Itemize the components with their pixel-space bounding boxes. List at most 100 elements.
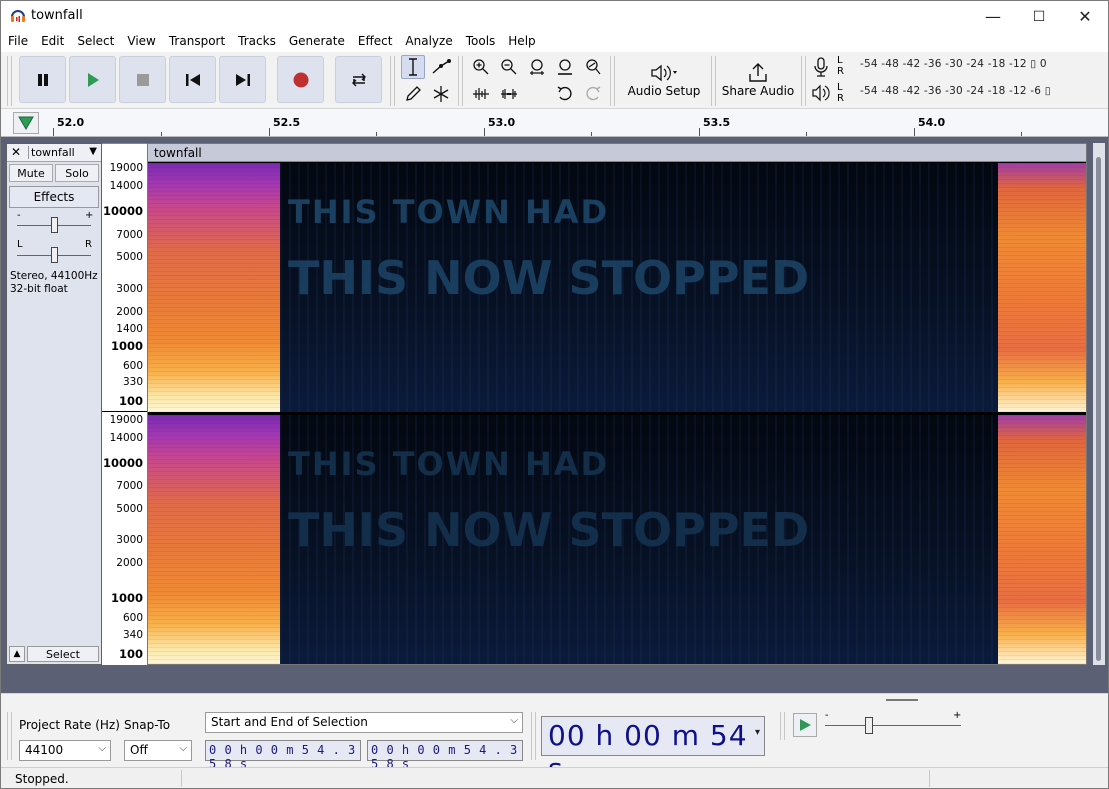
project-rate-select[interactable]: 44100 ⌵: [19, 740, 111, 761]
solo-button[interactable]: Solo: [55, 164, 99, 182]
menu-help[interactable]: Help: [501, 32, 541, 52]
timeline-mark: [591, 132, 592, 136]
audio-clip[interactable]: townfall THIS TOWN HAD THIS NOW STOPPED …: [147, 143, 1087, 665]
hidden-message-line1: THIS TOWN HAD: [288, 445, 610, 483]
record-button[interactable]: [277, 56, 324, 103]
spectrogram-energy-right: [998, 415, 1086, 664]
clip-title-bar[interactable]: townfall: [148, 144, 1086, 162]
menu-select[interactable]: Select: [70, 32, 120, 52]
menu-view[interactable]: View: [120, 32, 161, 52]
track-control-panel: ✕ townfall ▼ Mute Solo Effects - + L R S…: [6, 143, 102, 665]
fit-selection-button[interactable]: [525, 55, 549, 79]
pan-slider-thumb[interactable]: [51, 247, 58, 263]
spectrogram-right-channel[interactable]: THIS TOWN HAD THIS NOW STOPPED: [148, 415, 1086, 664]
timeline-mark: [699, 128, 700, 136]
toolbar-grip[interactable]: [801, 56, 806, 106]
toolbar-grip[interactable]: [531, 712, 536, 760]
silence-icon: [501, 89, 517, 99]
vertical-scrollbar[interactable]: [1093, 143, 1105, 665]
audio-setup-button[interactable]: Audio Setup: [623, 54, 705, 106]
zoom-in-button[interactable]: [469, 55, 493, 79]
selection-mode-select[interactable]: Start and End of Selection ⌵: [205, 712, 523, 733]
multi-tool-button[interactable]: [429, 82, 453, 106]
collapse-track-button[interactable]: ▲: [9, 646, 25, 662]
envelope-tool-button[interactable]: [429, 55, 453, 79]
trim-audio-button[interactable]: [469, 82, 493, 106]
toolbar-grip[interactable]: [711, 56, 716, 106]
status-bar: Stopped.: [1, 767, 1108, 788]
menu-tracks[interactable]: Tracks: [231, 32, 282, 52]
gain-slider-thumb[interactable]: [51, 217, 58, 233]
share-audio-button[interactable]: Share Audio: [721, 54, 795, 106]
pause-button[interactable]: [19, 56, 66, 103]
status-divider: [929, 770, 930, 787]
pin-play-head-button[interactable]: [13, 112, 39, 134]
loop-button[interactable]: [335, 56, 382, 103]
toolbar-grip[interactable]: [7, 712, 12, 760]
playback-meter[interactable]: L R -54 -48 -42 -36 -30 -24 -18 -12 -6 ▯: [835, 82, 1083, 104]
microphone-icon[interactable]: [811, 56, 831, 78]
redo-icon: [586, 86, 601, 101]
collapse-triangle-icon: ▲: [13, 649, 21, 659]
vertical-scrollbar-thumb[interactable]: [1096, 157, 1101, 661]
skip-to-start-button[interactable]: [169, 56, 216, 103]
share-audio-label: Share Audio: [721, 84, 795, 98]
snap-to-label: Snap-To: [124, 718, 171, 732]
resize-grip[interactable]: [886, 699, 918, 701]
effects-button[interactable]: Effects: [9, 186, 99, 208]
redo-button[interactable]: [581, 82, 605, 106]
maximize-button[interactable]: ☐: [1016, 1, 1062, 32]
toolbar-grip[interactable]: [7, 56, 12, 106]
play-at-speed-button[interactable]: [793, 713, 817, 737]
freq-label: 5000: [116, 251, 143, 263]
toolbar-grip[interactable]: [390, 56, 395, 106]
menu-tools[interactable]: Tools: [459, 32, 502, 52]
chevron-down-icon: ⌵: [98, 743, 106, 754]
audio-position-display[interactable]: 00 h 00 m 54 s ▾: [541, 716, 765, 785]
playback-speaker-icon[interactable]: [811, 83, 831, 103]
menu-edit[interactable]: Edit: [34, 32, 70, 52]
timeline-ruler[interactable]: 52.0 52.5 53.0 53.5 54.0: [1, 109, 1108, 137]
selection-start-time[interactable]: 0 0 h 0 0 m 5 4 . 3 5 8 s: [205, 740, 361, 771]
selection-end-time[interactable]: 0 0 h 0 0 m 5 4 . 3 5 8 s: [367, 740, 523, 771]
record-meter[interactable]: L R -54 -48 -42 -36 -30 -24 -18 -12 ▯ 0: [835, 55, 1083, 77]
menu-analyze[interactable]: Analyze: [398, 32, 458, 52]
status-divider: [181, 770, 182, 787]
playback-meter-right-label: R: [837, 93, 844, 104]
timeline-tick: 52.0: [57, 116, 85, 129]
close-track-button[interactable]: ✕: [11, 145, 21, 159]
selection-toolbar: Project Rate (Hz) 44100 ⌵ Snap-To Off ⌵ …: [1, 693, 1108, 785]
spectrogram-left-channel[interactable]: THIS TOWN HAD THIS NOW STOPPED: [148, 163, 1086, 412]
draw-tool-button[interactable]: [401, 82, 425, 106]
toolbar-grip[interactable]: [780, 712, 785, 740]
close-button[interactable]: ✕: [1062, 1, 1108, 32]
fit-project-button[interactable]: [553, 55, 577, 79]
menu-file[interactable]: File: [1, 32, 34, 52]
silence-audio-button[interactable]: [497, 82, 521, 106]
spectrogram-energy-left: [148, 163, 280, 412]
skip-to-end-button[interactable]: [219, 56, 266, 103]
menu-transport[interactable]: Transport: [162, 32, 231, 52]
menu-effect[interactable]: Effect: [351, 32, 399, 52]
stop-button[interactable]: [119, 56, 166, 103]
toolbar-grip[interactable]: [610, 56, 615, 106]
track-name-menu[interactable]: townfall: [28, 146, 86, 159]
selection-tool-button[interactable]: [401, 55, 425, 79]
menu-generate[interactable]: Generate: [282, 32, 351, 52]
freq-label: 10000: [102, 456, 143, 470]
speed-slider-thumb[interactable]: [865, 717, 873, 734]
toolbar-grip[interactable]: [458, 56, 463, 106]
minimize-button[interactable]: —: [970, 1, 1016, 32]
select-track-button[interactable]: Select: [27, 646, 99, 662]
zoom-toggle-button[interactable]: [581, 55, 605, 79]
undo-button[interactable]: [553, 82, 577, 106]
snap-to-select[interactable]: Off ⌵: [124, 740, 192, 761]
zoom-out-button[interactable]: [497, 55, 521, 79]
channel-separator: [102, 411, 147, 412]
audacity-logo-icon: [11, 10, 25, 22]
chevron-down-icon[interactable]: ▾: [755, 727, 761, 738]
frequency-ruler[interactable]: 19000 14000 10000 7000 5000 3000 2000 14…: [102, 143, 147, 665]
play-button[interactable]: [69, 56, 116, 103]
track-menu-chevron-icon[interactable]: ▼: [89, 146, 97, 157]
mute-button[interactable]: Mute: [9, 164, 53, 182]
